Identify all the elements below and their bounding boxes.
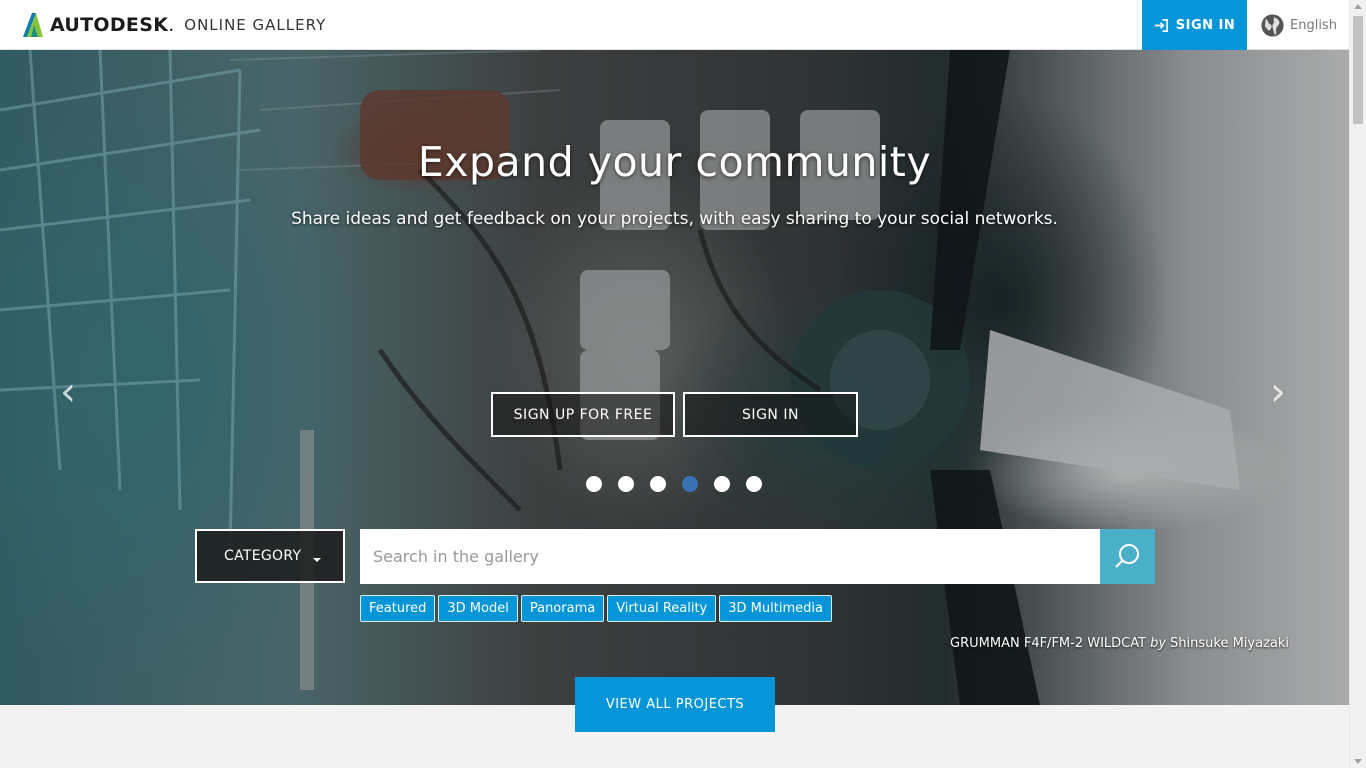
hero-subtitle: Share ideas and get feedback on your pro…	[291, 209, 1058, 229]
project-credit[interactable]: GRUMMAN F4F/FM-2 WILDCAT by Shinsuke Miyaz…	[950, 636, 1289, 651]
scroll-thumb[interactable]	[1353, 16, 1363, 124]
filter-tag[interactable]: 3D Multimedia	[719, 595, 832, 622]
scroll-up-arrow-icon[interactable]	[1354, 4, 1362, 9]
hero-banner: Expand your community Share ideas and ge…	[0, 50, 1349, 705]
filter-tag[interactable]: 3D Model	[438, 595, 518, 622]
top-header: AUTODESK. ONLINE GALLERY SIGN IN English	[0, 0, 1349, 50]
carousel-dot[interactable]	[586, 476, 602, 492]
carousel-dot[interactable]	[650, 476, 666, 492]
search-button[interactable]	[1100, 529, 1155, 584]
hero-sign-in-button[interactable]: SIGN IN	[683, 392, 858, 437]
autodesk-logo-icon	[23, 13, 43, 37]
search-icon	[1114, 543, 1139, 568]
filter-tag[interactable]: Virtual Reality	[607, 595, 717, 622]
brand-name: AUTODESK	[50, 14, 169, 36]
caret-down-icon	[313, 558, 321, 562]
product-name: ONLINE GALLERY	[184, 16, 327, 34]
search-input[interactable]	[360, 529, 1101, 584]
language-selector[interactable]: English	[1260, 13, 1337, 38]
author-name[interactable]: Shinsuke Miyazaki	[1170, 636, 1289, 651]
language-label: English	[1290, 18, 1337, 33]
carousel-dot[interactable]	[714, 476, 730, 492]
category-dropdown[interactable]: CATEGORY	[195, 529, 345, 583]
hero-title: Expand your community	[417, 138, 932, 186]
filter-tag[interactable]: Panorama	[520, 595, 605, 622]
sign-in-icon	[1154, 18, 1168, 32]
autodesk-logo[interactable]: AUTODESK. ONLINE GALLERY	[21, 13, 326, 37]
globe-icon	[1261, 14, 1284, 37]
filter-tag[interactable]: Featured	[360, 595, 436, 622]
carousel-dot[interactable]	[746, 476, 762, 492]
carousel-dot[interactable]	[618, 476, 634, 492]
sign-up-button[interactable]: SIGN UP FOR FREE	[491, 392, 675, 437]
filter-tags: Featured 3D Model Panorama Virtual Reality 3…	[360, 595, 835, 622]
brand-dot: .	[168, 14, 175, 36]
carousel-next-arrow[interactable]: ›	[1270, 372, 1286, 412]
project-name[interactable]: GRUMMAN F4F/FM-2 WILDCAT	[950, 636, 1146, 651]
carousel-prev-arrow[interactable]: ‹	[60, 372, 76, 412]
carousel-dot[interactable]	[682, 476, 698, 492]
credit-by: by	[1150, 636, 1167, 651]
header-sign-in-button[interactable]: SIGN IN	[1142, 0, 1247, 50]
carousel-dots	[586, 476, 778, 492]
page-scrollbar[interactable]	[1349, 0, 1366, 768]
header-sign-in-label: SIGN IN	[1175, 17, 1236, 33]
view-all-projects-button[interactable]: VIEW ALL PROJECTS	[575, 677, 775, 732]
scroll-down-arrow-icon[interactable]	[1354, 759, 1362, 764]
category-label: CATEGORY	[224, 548, 302, 564]
